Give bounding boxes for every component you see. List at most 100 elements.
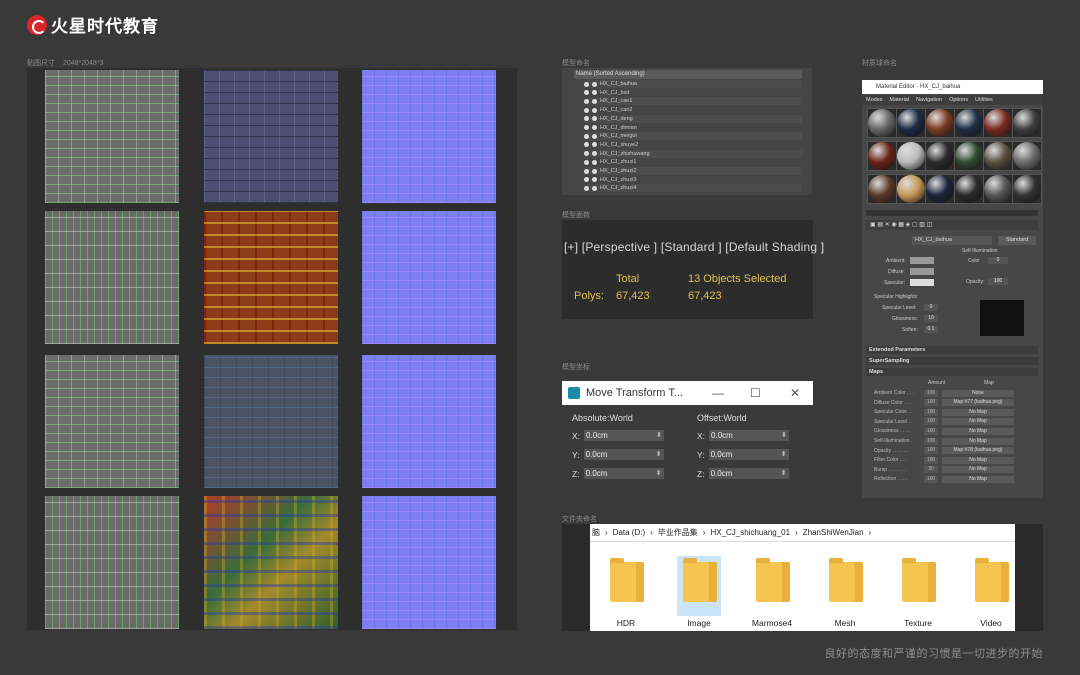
map-button[interactable]: No Map bbox=[942, 456, 1014, 464]
map-amount[interactable]: 100 bbox=[924, 456, 938, 464]
freeze-icon[interactable] bbox=[592, 168, 597, 174]
list-item[interactable]: HX_CJ_meigui bbox=[584, 132, 802, 141]
freeze-icon[interactable] bbox=[592, 98, 597, 104]
map-button[interactable]: Map #78 (baihua.png) bbox=[942, 447, 1014, 455]
folder-item[interactable]: Mesh bbox=[823, 556, 867, 628]
material-slot[interactable] bbox=[867, 174, 897, 204]
viewport-label[interactable]: [+] [Perspective ] [Standard ] [Default … bbox=[564, 240, 824, 254]
menu-options[interactable]: Options bbox=[949, 95, 968, 105]
freeze-icon[interactable] bbox=[592, 107, 597, 113]
list-item[interactable]: HX_CJ_zhuzi1 bbox=[584, 158, 802, 166]
map-amount[interactable]: 100 bbox=[924, 427, 938, 435]
map-button[interactable]: No Map bbox=[942, 408, 1014, 416]
map-button[interactable]: Map #77 (baihua.png) bbox=[942, 399, 1014, 407]
list-item[interactable]: HX_CJ_zhuzi3 bbox=[584, 176, 802, 184]
abs-z-input[interactable]: 0.0cm bbox=[583, 468, 664, 479]
eye-icon[interactable] bbox=[584, 133, 589, 139]
eye-icon[interactable] bbox=[584, 125, 589, 130]
glossiness-value[interactable]: 10 bbox=[924, 315, 938, 322]
diffuse-swatch[interactable] bbox=[910, 268, 934, 275]
material-slot[interactable] bbox=[925, 141, 955, 171]
material-type-button[interactable]: Standard bbox=[998, 236, 1036, 245]
material-editor-title[interactable]: Material Editor - HX_CJ_baihua bbox=[862, 80, 1043, 94]
color-value[interactable]: 0 bbox=[988, 257, 1008, 264]
eye-icon[interactable] bbox=[584, 107, 589, 113]
material-slot[interactable] bbox=[954, 141, 984, 171]
map-button[interactable]: No Map bbox=[942, 466, 1014, 474]
material-slot[interactable] bbox=[983, 141, 1013, 171]
eye-icon[interactable] bbox=[584, 116, 589, 122]
breadcrumb-portfolio[interactable]: 毕业作品集 bbox=[658, 527, 698, 538]
slot-scrollbar[interactable] bbox=[866, 210, 1038, 216]
off-y-input[interactable]: 0.0cm bbox=[708, 449, 789, 460]
list-item[interactable]: HX_CJ_deng bbox=[584, 114, 802, 123]
menu-navigation[interactable]: Navigation bbox=[916, 95, 942, 105]
material-slot[interactable] bbox=[867, 108, 897, 138]
close-icon[interactable]: ✕ bbox=[790, 386, 800, 400]
spec-level-value[interactable]: 0 bbox=[924, 304, 938, 311]
freeze-icon[interactable] bbox=[592, 133, 597, 139]
freeze-icon[interactable] bbox=[592, 116, 597, 122]
list-item[interactable]: HX_CJ_zhizhuwang bbox=[584, 149, 802, 158]
dialog-titlebar[interactable]: Move Transform T... — ☐ ✕ bbox=[562, 381, 813, 405]
map-amount[interactable]: 100 bbox=[924, 475, 938, 483]
list-item[interactable]: HX_CJ_baihua bbox=[584, 80, 802, 88]
menu-utilities[interactable]: Utilities bbox=[975, 95, 993, 105]
material-slot[interactable] bbox=[867, 141, 897, 171]
eye-icon[interactable] bbox=[584, 142, 589, 148]
folder-item[interactable]: Image bbox=[677, 556, 721, 628]
eye-icon[interactable] bbox=[584, 159, 589, 165]
material-slot[interactable] bbox=[983, 174, 1013, 204]
material-slot[interactable] bbox=[983, 108, 1013, 138]
eye-icon[interactable] bbox=[584, 151, 589, 157]
off-z-input[interactable]: 0.0cm bbox=[708, 468, 789, 479]
map-button[interactable]: No Map bbox=[942, 437, 1014, 445]
freeze-icon[interactable] bbox=[592, 177, 597, 183]
freeze-icon[interactable] bbox=[592, 185, 597, 191]
folder-item[interactable]: Video bbox=[969, 556, 1013, 628]
folder-item[interactable]: Texture bbox=[896, 556, 940, 628]
list-item[interactable]: HX_CJ_bxd bbox=[584, 89, 802, 97]
map-amount[interactable]: 100 bbox=[924, 418, 938, 426]
eye-icon[interactable] bbox=[584, 90, 589, 96]
list-item[interactable]: HX_CJ_zhuzi4 bbox=[584, 184, 802, 193]
freeze-icon[interactable] bbox=[592, 90, 597, 96]
folder-item[interactable]: Marmose4 bbox=[750, 556, 794, 628]
freeze-icon[interactable] bbox=[592, 81, 597, 87]
breadcrumb-current[interactable]: ZhanShiWenJian bbox=[803, 528, 864, 537]
breadcrumb-project[interactable]: HX_CJ_shichuang_01 bbox=[710, 528, 790, 537]
eye-icon[interactable] bbox=[584, 98, 589, 104]
material-slot[interactable] bbox=[1012, 108, 1042, 138]
rollout-maps[interactable]: Maps bbox=[866, 368, 1038, 376]
menu-material[interactable]: Material bbox=[890, 95, 910, 105]
list-item[interactable]: HX_CJ_cao1 bbox=[584, 97, 802, 106]
material-slot[interactable] bbox=[896, 174, 926, 204]
map-button[interactable]: No Map bbox=[942, 475, 1014, 483]
material-slot[interactable] bbox=[1012, 141, 1042, 171]
material-slot[interactable] bbox=[954, 108, 984, 138]
map-button[interactable]: No Map bbox=[942, 418, 1014, 426]
rollout-supersampling[interactable]: SuperSampling bbox=[866, 357, 1038, 365]
map-button[interactable]: None bbox=[942, 389, 1014, 397]
minimize-icon[interactable]: — bbox=[712, 386, 724, 400]
eye-icon[interactable] bbox=[584, 81, 589, 87]
specular-swatch[interactable] bbox=[910, 279, 934, 286]
map-amount[interactable]: 100 bbox=[924, 408, 938, 416]
list-item[interactable]: HX_CJ_shuye2 bbox=[584, 141, 802, 149]
list-item[interactable]: HX_CJ_dimian bbox=[584, 124, 802, 132]
map-button[interactable]: No Map bbox=[942, 427, 1014, 435]
menu-modes[interactable]: Modes bbox=[866, 95, 883, 105]
map-amount[interactable]: 100 bbox=[924, 389, 938, 397]
material-name-field[interactable]: HX_CJ_baihua bbox=[912, 236, 992, 245]
freeze-icon[interactable] bbox=[592, 142, 597, 148]
map-amount[interactable]: 100 bbox=[924, 399, 938, 407]
list-item[interactable]: HX_CJ_cao2 bbox=[584, 106, 802, 114]
eye-icon[interactable] bbox=[584, 168, 589, 174]
folder-item[interactable]: HDR bbox=[604, 556, 648, 628]
map-amount[interactable]: 100 bbox=[924, 447, 938, 455]
list-item[interactable]: HX_CJ_zhuzi2 bbox=[584, 167, 802, 175]
material-slot[interactable] bbox=[925, 108, 955, 138]
material-slot[interactable] bbox=[1012, 174, 1042, 204]
freeze-icon[interactable] bbox=[592, 151, 597, 157]
maximize-icon[interactable]: ☐ bbox=[750, 386, 761, 400]
